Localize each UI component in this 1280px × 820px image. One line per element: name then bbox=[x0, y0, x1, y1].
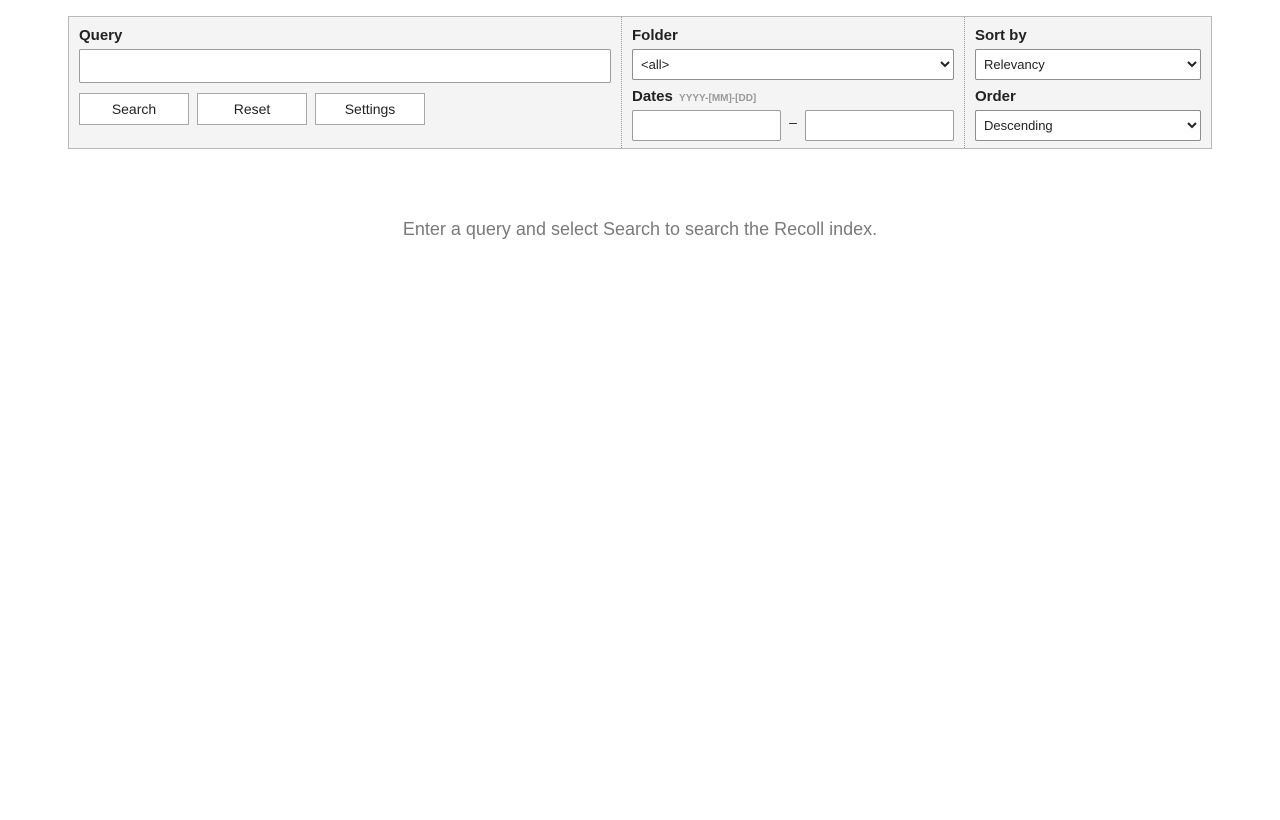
folder-select[interactable]: <all> bbox=[632, 49, 954, 80]
folder-column: Folder <all> Dates YYYY-[MM]-[DD] – bbox=[621, 17, 964, 148]
query-column: Query Search Reset Settings bbox=[69, 17, 621, 148]
date-to-input[interactable] bbox=[805, 110, 954, 141]
dates-label: Dates bbox=[632, 88, 673, 105]
date-from-input[interactable] bbox=[632, 110, 781, 141]
order-label: Order bbox=[975, 88, 1016, 105]
sort-by-select[interactable]: Relevancy bbox=[975, 49, 1201, 80]
query-button-row: Search Reset Settings bbox=[79, 93, 611, 125]
sort-column: Sort by Relevancy Order Descending bbox=[964, 17, 1211, 148]
search-button[interactable]: Search bbox=[79, 93, 189, 125]
dates-label-row: Dates YYYY-[MM]-[DD] bbox=[632, 88, 954, 106]
settings-button[interactable]: Settings bbox=[315, 93, 425, 125]
search-panel: Query Search Reset Settings Folder <all>… bbox=[68, 16, 1212, 149]
reset-button[interactable]: Reset bbox=[197, 93, 307, 125]
empty-results-message: Enter a query and select Search to searc… bbox=[402, 219, 878, 239]
date-range-separator: – bbox=[789, 113, 797, 130]
query-label: Query bbox=[79, 27, 123, 44]
order-select[interactable]: Descending bbox=[975, 110, 1201, 141]
sort-by-label: Sort by bbox=[975, 27, 1027, 44]
dates-format-hint: YYYY-[MM]-[DD] bbox=[679, 93, 757, 104]
date-range: – bbox=[632, 110, 954, 141]
folder-label: Folder bbox=[632, 27, 678, 44]
query-input[interactable] bbox=[79, 49, 611, 83]
